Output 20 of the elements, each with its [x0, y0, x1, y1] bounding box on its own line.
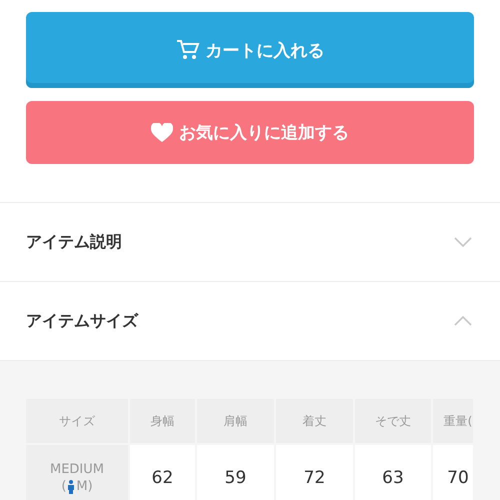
accordion-header[interactable]: アイテム説明 — [0, 203, 500, 282]
column-header: 肩幅 — [197, 399, 274, 443]
table-cell: 72 — [276, 445, 353, 500]
heart-icon — [151, 122, 173, 142]
person-icon — [67, 480, 76, 494]
table-cell: 62 — [130, 445, 195, 500]
column-header: 重量( — [433, 399, 473, 443]
chevron-icon — [454, 316, 472, 326]
table-cell: 59 — [197, 445, 274, 500]
column-header: そで丈 — [355, 399, 431, 443]
chevron-icon — [454, 237, 472, 247]
size-paren: ( — [61, 479, 66, 494]
column-header: 身幅 — [130, 399, 195, 443]
table-cell: 63 — [355, 445, 431, 500]
column-header: 着丈 — [276, 399, 353, 443]
cart-icon — [176, 39, 200, 61]
size-name: MEDIUM — [50, 462, 104, 477]
column-header: サイズ — [26, 399, 128, 443]
size-mark: M) — [76, 479, 93, 494]
table-cell: 70 — [433, 445, 473, 500]
